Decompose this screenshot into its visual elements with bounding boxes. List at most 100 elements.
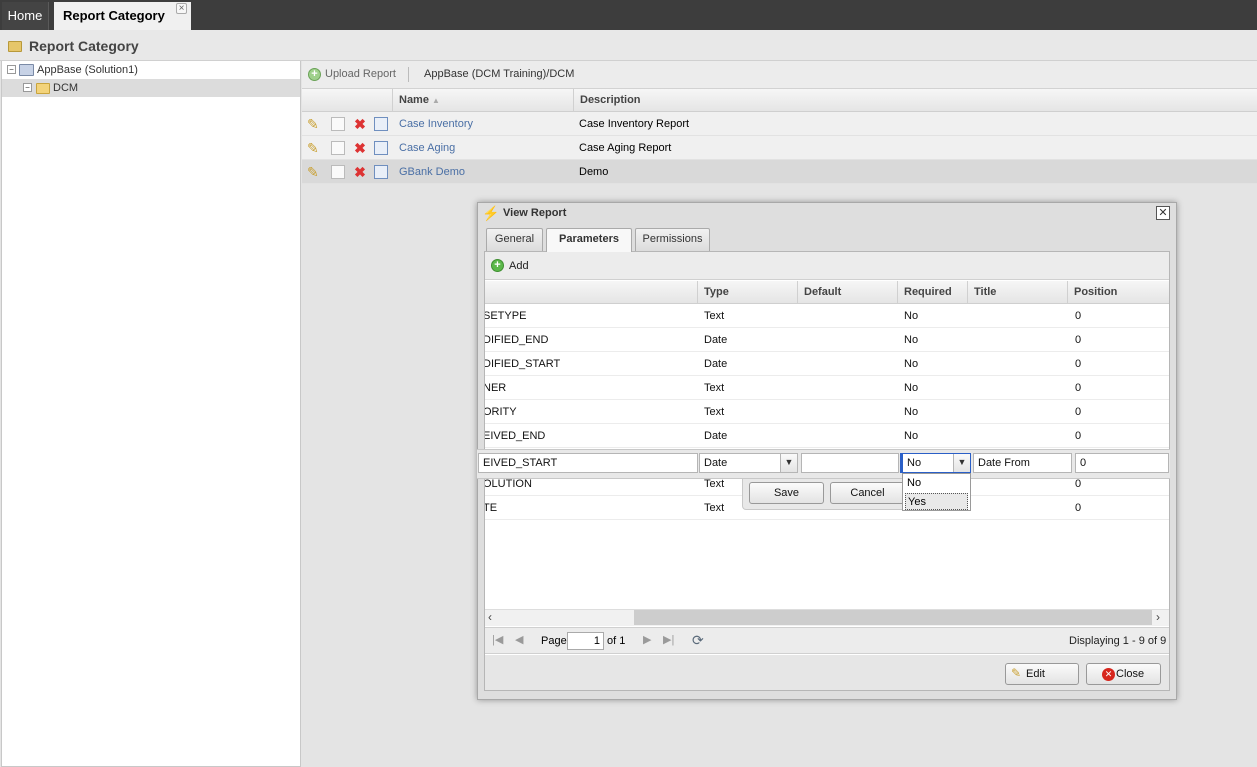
scroll-left-icon[interactable]: ‹ <box>488 609 492 626</box>
cancel-button[interactable]: Cancel <box>830 482 905 504</box>
last-page-icon[interactable]: ▶| <box>663 633 674 647</box>
refresh-icon[interactable]: ⟳ <box>692 632 704 648</box>
add-parameter-button[interactable]: Add <box>509 259 529 273</box>
collapse-icon[interactable]: − <box>23 83 32 92</box>
copy-icon[interactable] <box>331 141 345 155</box>
pencil-icon[interactable]: ✎ <box>307 141 321 155</box>
table-row[interactable]: DIFIED_END Date No 0 <box>485 328 1169 352</box>
param-name: SETYPE <box>485 310 527 322</box>
copy-icon[interactable] <box>331 117 345 131</box>
page-title: Report Category <box>29 38 139 54</box>
tree-node-label: AppBase (Solution1) <box>37 64 138 76</box>
dialog-title: View Report <box>503 207 567 219</box>
pencil-icon[interactable]: ✎ <box>307 117 321 131</box>
tab-close-icon[interactable]: × <box>176 3 187 14</box>
page-count: of 1 <box>607 635 626 647</box>
column-header-description[interactable]: Description <box>573 89 1257 112</box>
column-header-position[interactable]: Position <box>1067 281 1169 303</box>
dropdown-option-no[interactable]: No <box>905 475 968 492</box>
tab-permissions[interactable]: Permissions <box>635 228 710 251</box>
type-select[interactable]: Date ▼ <box>699 453 798 473</box>
dropdown-option-yes[interactable]: Yes <box>905 493 968 510</box>
param-type: Text <box>704 382 725 394</box>
table-row-selected[interactable]: ✎ ✖ GBank Demo Demo <box>302 160 1257 184</box>
param-type: Text <box>704 310 725 322</box>
previous-page-icon[interactable]: ◀ <box>515 633 523 647</box>
close-button-label: Close <box>1116 668 1145 680</box>
param-required: No <box>904 310 919 322</box>
edit-button-label: Edit <box>1026 668 1045 680</box>
default-field[interactable] <box>801 453 899 473</box>
param-position: 0 <box>1075 310 1082 322</box>
delete-icon[interactable]: ✖ <box>353 117 367 131</box>
next-page-icon[interactable]: ▶ <box>643 633 651 647</box>
tree-node-appbase[interactable]: − AppBase (Solution1) <box>2 61 300 79</box>
report-name-link[interactable]: GBank Demo <box>399 160 465 184</box>
page-header <box>0 30 1257 61</box>
table-row[interactable]: ORITY Text No 0 <box>485 400 1169 424</box>
add-circle-icon[interactable]: + <box>491 259 504 272</box>
report-description: Case Inventory Report <box>579 118 690 130</box>
close-button[interactable]: ✕ Close <box>1086 663 1161 685</box>
column-header-default[interactable]: Default <box>797 281 898 303</box>
param-required: No <box>904 382 919 394</box>
close-icon[interactable]: ✕ <box>1156 206 1170 220</box>
column-header-name[interactable]: Name ▲ <box>392 89 574 112</box>
table-row[interactable]: DIFIED_START Date No 0 <box>485 352 1169 376</box>
tab-home[interactable]: Home <box>2 2 49 30</box>
add-circle-icon[interactable]: + <box>308 68 321 81</box>
param-type: Date <box>704 430 728 442</box>
table-row[interactable]: ✎ ✖ Case Aging Case Aging Report <box>302 136 1257 160</box>
name-field[interactable]: EIVED_START <box>478 453 698 473</box>
tab-report-category[interactable]: Report Category <box>54 2 191 30</box>
required-select[interactable]: No ▼ <box>900 453 971 473</box>
first-page-icon[interactable]: |◀ <box>492 633 503 647</box>
page-number-input[interactable]: 1 <box>567 632 604 650</box>
table-row[interactable]: SETYPE Text No 0 <box>485 304 1169 328</box>
view-report-icon[interactable] <box>374 117 388 131</box>
position-field[interactable]: 0 <box>1075 453 1169 473</box>
required-dropdown-list: No Yes <box>902 473 971 511</box>
type-select-value: Date <box>704 457 728 469</box>
param-type: Text <box>704 406 725 418</box>
tab-parameters[interactable]: Parameters <box>546 228 632 252</box>
chevron-down-icon[interactable]: ▼ <box>780 454 797 472</box>
param-position: 0 <box>1075 358 1082 370</box>
view-report-icon[interactable] <box>374 141 388 155</box>
table-row[interactable]: NER Text No 0 <box>485 376 1169 400</box>
required-select-value: No <box>907 457 922 469</box>
parameters-toolbar <box>485 252 1169 280</box>
delete-icon[interactable]: ✖ <box>353 141 367 155</box>
table-row[interactable]: ✎ ✖ Case Inventory Case Inventory Report <box>302 112 1257 136</box>
report-description: Case Aging Report <box>579 142 672 154</box>
scroll-right-icon[interactable]: › <box>1156 609 1160 626</box>
delete-icon[interactable]: ✖ <box>353 165 367 179</box>
param-name: DIFIED_START <box>485 358 561 370</box>
scrollbar-thumb[interactable] <box>634 610 1152 625</box>
save-button[interactable]: Save <box>749 482 824 504</box>
tree-node-dcm[interactable]: − DCM <box>2 79 300 97</box>
edit-button[interactable]: ✎ Edit <box>1005 663 1079 685</box>
column-header-title[interactable]: Title <box>967 281 1068 303</box>
param-name: TE <box>485 502 498 514</box>
param-required: No <box>904 334 919 346</box>
lightning-icon: ⚡ <box>482 205 500 221</box>
param-required: No <box>904 406 919 418</box>
param-required: No <box>904 430 919 442</box>
pencil-icon[interactable]: ✎ <box>307 165 321 179</box>
copy-icon[interactable] <box>331 165 345 179</box>
table-row[interactable]: EIVED_END Date No 0 <box>485 424 1169 448</box>
tab-general[interactable]: General <box>486 228 543 251</box>
folder-icon <box>8 41 22 52</box>
view-report-icon[interactable] <box>374 165 388 179</box>
title-field[interactable]: Date From <box>973 453 1072 473</box>
chevron-down-icon[interactable]: ▼ <box>953 454 970 472</box>
param-required: No <box>904 358 919 370</box>
report-name-link[interactable]: Case Aging <box>399 136 455 160</box>
collapse-icon[interactable]: − <box>7 65 16 74</box>
report-name-link[interactable]: Case Inventory <box>399 112 473 136</box>
upload-report-button[interactable]: Upload Report <box>325 67 396 81</box>
column-header-type[interactable]: Type <box>697 281 798 303</box>
column-header-required[interactable]: Required <box>897 281 968 303</box>
param-position: 0 <box>1075 430 1082 442</box>
